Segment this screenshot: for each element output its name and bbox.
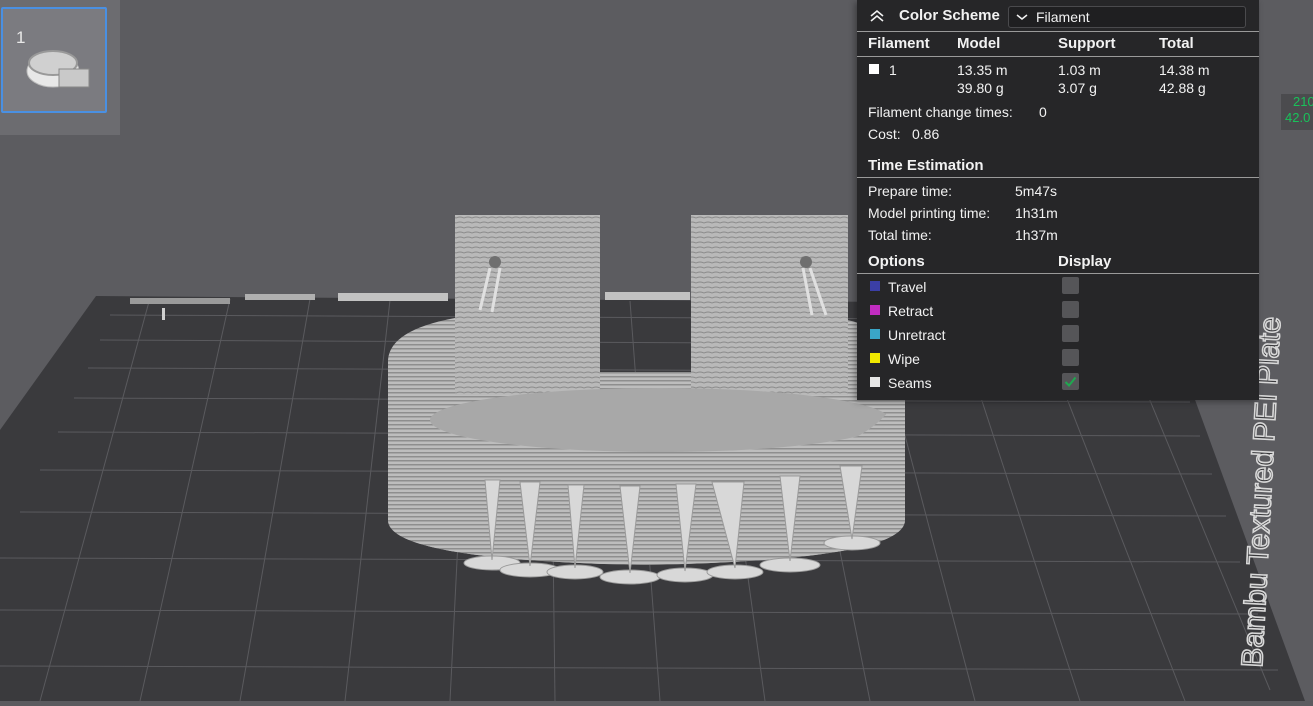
model-weight: 39.80 g bbox=[957, 80, 1004, 96]
filament-change-label: Filament change times: bbox=[868, 104, 1013, 120]
unretract-color-swatch bbox=[870, 329, 880, 339]
time-estimation-title: Time Estimation bbox=[868, 157, 984, 174]
option-wipe-checkbox[interactable] bbox=[1062, 349, 1079, 366]
divider bbox=[857, 177, 1259, 178]
divider bbox=[857, 273, 1259, 274]
display-header: Display bbox=[1058, 253, 1112, 270]
chevron-down-icon bbox=[1016, 14, 1028, 20]
option-unretract-label: Unretract bbox=[888, 327, 946, 343]
plate-thumbnail[interactable]: 1 bbox=[1, 7, 107, 113]
color-scheme-title: Color Scheme bbox=[899, 7, 1000, 24]
divider bbox=[857, 56, 1259, 57]
options-header: Options bbox=[868, 253, 925, 270]
total-length: 14.38 m bbox=[1159, 62, 1210, 78]
slicer-preview: Bambu Textured PEI Plate LO 1 210 42.0 bbox=[0, 0, 1313, 702]
retract-color-swatch bbox=[870, 305, 880, 315]
model-print-time-label: Model printing time: bbox=[868, 205, 991, 221]
model-tab-left bbox=[455, 215, 600, 395]
gcode-legend-panel: Color Scheme Filament Filament Model Sup… bbox=[857, 0, 1259, 400]
filament-change-value: 0 bbox=[1039, 104, 1047, 120]
option-retract-label: Retract bbox=[888, 303, 934, 319]
wipe-color-swatch bbox=[870, 353, 880, 363]
filament-color-swatch bbox=[869, 64, 879, 74]
prepare-time-value: 5m47s bbox=[1015, 183, 1058, 199]
model-length: 13.35 m bbox=[957, 62, 1008, 78]
seams-color-swatch bbox=[870, 377, 880, 387]
total-time-label: Total time: bbox=[868, 227, 932, 243]
travel-color-swatch bbox=[870, 281, 880, 291]
option-travel-label: Travel bbox=[888, 279, 927, 295]
cost-label: Cost: bbox=[868, 126, 901, 142]
option-seams-label: Seams bbox=[888, 375, 932, 391]
option-travel-checkbox[interactable] bbox=[1062, 277, 1079, 294]
option-unretract-checkbox[interactable] bbox=[1062, 325, 1079, 342]
support-weight: 3.07 g bbox=[1058, 80, 1097, 96]
plate-list: 1 bbox=[0, 0, 120, 135]
col-header-filament: Filament bbox=[868, 35, 930, 52]
coordinate-readout: 210 42.0 bbox=[1281, 94, 1313, 130]
option-seams-checkbox[interactable] bbox=[1062, 373, 1079, 390]
prepare-time-label: Prepare time: bbox=[868, 183, 953, 199]
readout-line-1: 210 bbox=[1293, 94, 1313, 109]
total-time-value: 1h37m bbox=[1015, 227, 1058, 243]
readout-line-2: 42.0 bbox=[1285, 110, 1311, 125]
plate-model-icon bbox=[26, 50, 90, 88]
color-scheme-select[interactable]: Filament bbox=[1008, 6, 1246, 28]
total-weight: 42.88 g bbox=[1159, 80, 1206, 96]
col-header-support: Support bbox=[1058, 35, 1116, 52]
model-tab-right bbox=[691, 215, 848, 395]
model-print-time-value: 1h31m bbox=[1015, 205, 1058, 221]
filament-index: 1 bbox=[889, 62, 897, 78]
col-header-total: Total bbox=[1159, 35, 1194, 52]
col-header-model: Model bbox=[957, 35, 1001, 52]
color-scheme-value: Filament bbox=[1036, 9, 1090, 25]
cost-value: 0.86 bbox=[912, 126, 940, 142]
option-retract-checkbox[interactable] bbox=[1062, 301, 1079, 318]
support-length: 1.03 m bbox=[1058, 62, 1101, 78]
option-wipe-label: Wipe bbox=[888, 351, 920, 367]
model-ring-floor bbox=[430, 388, 890, 452]
checkmark-icon bbox=[1064, 376, 1077, 387]
collapse-up-icon[interactable] bbox=[869, 9, 885, 23]
divider bbox=[857, 31, 1259, 32]
